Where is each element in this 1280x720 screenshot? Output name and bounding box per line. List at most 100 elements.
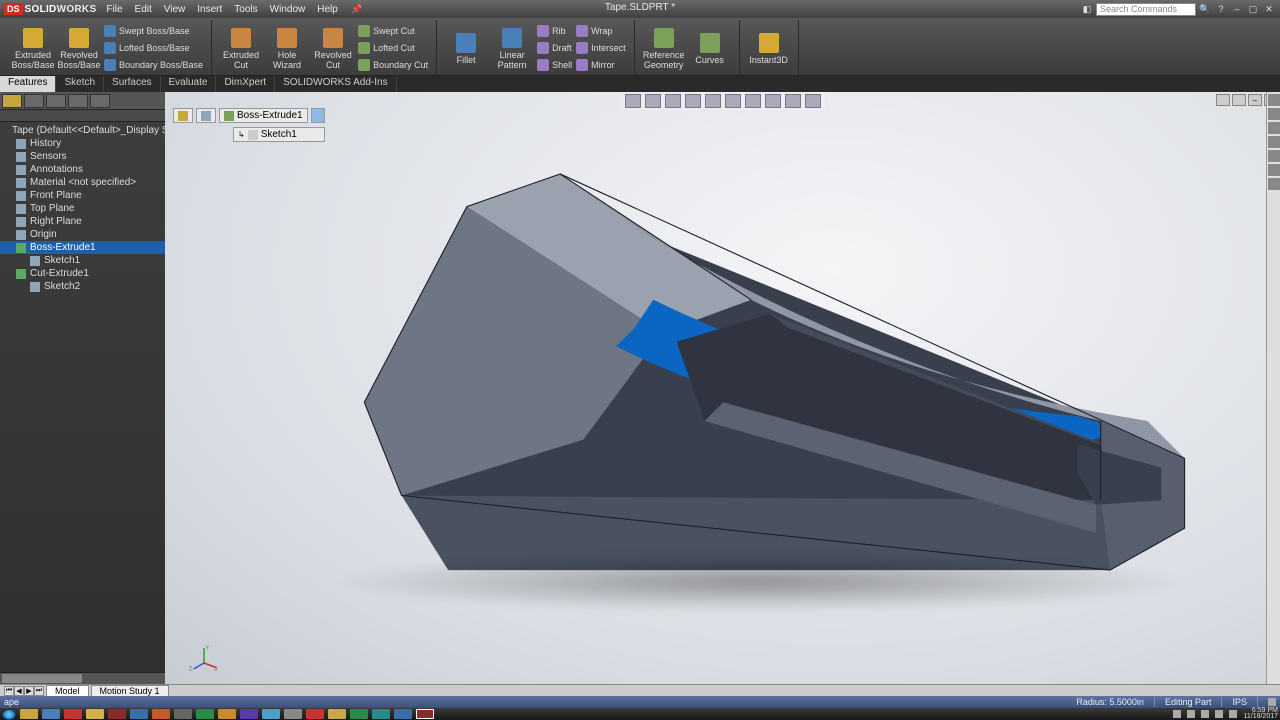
view-orientation-icon[interactable] bbox=[705, 94, 721, 108]
tree-top-plane[interactable]: Top Plane bbox=[0, 202, 165, 215]
swept-cut-button[interactable]: Swept Cut bbox=[356, 22, 430, 39]
menu-window[interactable]: Window bbox=[270, 4, 306, 15]
tree-scrollbar[interactable] bbox=[0, 672, 165, 684]
tree-origin[interactable]: Origin bbox=[0, 228, 165, 241]
taskbar-app-12[interactable] bbox=[262, 709, 280, 719]
orientation-triad[interactable]: Y X Z bbox=[189, 642, 219, 672]
tree-material[interactable]: Material <not specified> bbox=[0, 176, 165, 189]
taskbar-app-6[interactable] bbox=[130, 709, 148, 719]
tab-model[interactable]: Model bbox=[46, 685, 89, 697]
tree-tab-property-manager[interactable] bbox=[24, 94, 44, 108]
pushpin-icon[interactable]: 📌 bbox=[350, 2, 364, 16]
taskpane-custom-props-icon[interactable] bbox=[1268, 164, 1280, 176]
taskpane-design-library-icon[interactable] bbox=[1268, 108, 1280, 120]
tab-evaluate[interactable]: Evaluate bbox=[161, 76, 217, 92]
tab-motion-study[interactable]: Motion Study 1 bbox=[91, 685, 169, 697]
graphics-viewport[interactable]: – ✕ Boss-Extrude1 ↳Sketch1 bbox=[165, 92, 1280, 684]
breadcrumb-feature[interactable]: Boss-Extrude1 bbox=[219, 108, 308, 123]
breadcrumb-history-icon[interactable] bbox=[196, 108, 216, 123]
tray-icon-2[interactable] bbox=[1187, 710, 1195, 718]
tab-nav-next[interactable]: ▶ bbox=[24, 686, 34, 696]
tree-tab-feature-manager[interactable] bbox=[2, 94, 22, 108]
taskbar-app-3[interactable] bbox=[64, 709, 82, 719]
lofted-cut-button[interactable]: Lofted Cut bbox=[356, 39, 430, 56]
lofted-boss-button[interactable]: Lofted Boss/Base bbox=[102, 39, 205, 56]
tree-right-plane[interactable]: Right Plane bbox=[0, 215, 165, 228]
search-icon[interactable]: 🔍 bbox=[1198, 2, 1212, 16]
tree-sketch1[interactable]: Sketch1 bbox=[0, 254, 165, 267]
tree-sensors[interactable]: Sensors bbox=[0, 150, 165, 163]
taskbar-app-5[interactable] bbox=[108, 709, 126, 719]
menu-help[interactable]: Help bbox=[317, 4, 338, 15]
search-input[interactable]: Search Commands bbox=[1096, 3, 1196, 16]
menu-file[interactable]: File bbox=[106, 4, 122, 15]
menu-edit[interactable]: Edit bbox=[135, 4, 152, 15]
taskbar-app-7[interactable] bbox=[152, 709, 170, 719]
hole-wizard-button[interactable]: Hole Wizard bbox=[264, 26, 310, 70]
taskbar-app-2[interactable] bbox=[42, 709, 60, 719]
system-clock[interactable]: 6:59 PM11/18/2017 bbox=[1243, 708, 1278, 720]
status-units[interactable]: IPS bbox=[1232, 697, 1247, 707]
taskpane-forum-icon[interactable] bbox=[1268, 178, 1280, 190]
curves-button[interactable]: Curves bbox=[687, 31, 733, 65]
vp-print-icon[interactable] bbox=[1216, 94, 1230, 106]
section-view-icon[interactable] bbox=[685, 94, 701, 108]
zoom-area-icon[interactable] bbox=[645, 94, 661, 108]
menu-tools[interactable]: Tools bbox=[234, 4, 257, 15]
menu-insert[interactable]: Insert bbox=[197, 4, 222, 15]
revolved-cut-button[interactable]: Revolved Cut bbox=[310, 26, 356, 70]
mirror-button[interactable]: Mirror bbox=[574, 56, 628, 73]
extruded-boss-button[interactable]: Extruded Boss/Base bbox=[10, 26, 56, 70]
menu-view[interactable]: View bbox=[164, 4, 186, 15]
status-icon[interactable] bbox=[1268, 698, 1276, 706]
taskbar-app-4[interactable] bbox=[86, 709, 104, 719]
draft-button[interactable]: Draft bbox=[535, 39, 574, 56]
taskbar-app-17[interactable] bbox=[372, 709, 390, 719]
linear-pattern-button[interactable]: Linear Pattern bbox=[489, 26, 535, 70]
tray-icon-5[interactable] bbox=[1229, 710, 1237, 718]
tree-history[interactable]: History bbox=[0, 137, 165, 150]
breadcrumb-face-icon[interactable] bbox=[311, 108, 325, 123]
tab-nav-last[interactable]: ⏭ bbox=[34, 686, 44, 696]
tab-features[interactable]: Features bbox=[0, 76, 56, 92]
close-icon[interactable]: ✕ bbox=[1262, 2, 1276, 16]
tab-addins[interactable]: SOLIDWORKS Add-Ins bbox=[275, 76, 396, 92]
tray-icon-1[interactable] bbox=[1173, 710, 1181, 718]
taskbar-app-11[interactable] bbox=[240, 709, 258, 719]
tree-front-plane[interactable]: Front Plane bbox=[0, 189, 165, 202]
vp-minimize-icon[interactable]: – bbox=[1248, 94, 1262, 106]
taskpane-appearances-icon[interactable] bbox=[1268, 150, 1280, 162]
taskpane-file-explorer-icon[interactable] bbox=[1268, 122, 1280, 134]
tree-tab-dimxpert[interactable] bbox=[68, 94, 88, 108]
taskbar-app-1[interactable] bbox=[20, 709, 38, 719]
taskbar-app-15[interactable] bbox=[328, 709, 346, 719]
swept-boss-button[interactable]: Swept Boss/Base bbox=[102, 22, 205, 39]
boundary-cut-button[interactable]: Boundary Cut bbox=[356, 56, 430, 73]
taskbar-app-10[interactable] bbox=[218, 709, 236, 719]
tray-icon-3[interactable] bbox=[1201, 710, 1209, 718]
tree-cut-extrude1[interactable]: Cut-Extrude1 bbox=[0, 267, 165, 280]
tab-dimxpert[interactable]: DimXpert bbox=[216, 76, 275, 92]
previous-view-icon[interactable] bbox=[665, 94, 681, 108]
vp-maximize-icon[interactable] bbox=[1232, 94, 1246, 106]
tab-nav-first[interactable]: ⏮ bbox=[4, 686, 14, 696]
rib-button[interactable]: Rib bbox=[535, 22, 574, 39]
revolved-boss-button[interactable]: Revolved Boss/Base bbox=[56, 26, 102, 70]
zoom-to-fit-icon[interactable] bbox=[625, 94, 641, 108]
minimize-icon[interactable]: – bbox=[1230, 2, 1244, 16]
taskbar-app-9[interactable] bbox=[196, 709, 214, 719]
taskbar-app-active[interactable] bbox=[416, 709, 434, 719]
fillet-button[interactable]: Fillet bbox=[443, 31, 489, 65]
tab-nav-prev[interactable]: ◀ bbox=[14, 686, 24, 696]
hide-show-icon[interactable] bbox=[745, 94, 761, 108]
sw-resources-icon[interactable]: ◧ bbox=[1080, 2, 1094, 16]
tree-tab-display-manager[interactable] bbox=[90, 94, 110, 108]
start-button[interactable] bbox=[2, 709, 16, 720]
restore-icon[interactable]: ▢ bbox=[1246, 2, 1260, 16]
taskpane-view-palette-icon[interactable] bbox=[1268, 136, 1280, 148]
help-icon[interactable]: ? bbox=[1214, 2, 1228, 16]
taskbar-app-13[interactable] bbox=[284, 709, 302, 719]
view-settings-icon[interactable] bbox=[805, 94, 821, 108]
wrap-button[interactable]: Wrap bbox=[574, 22, 628, 39]
shell-button[interactable]: Shell bbox=[535, 56, 574, 73]
